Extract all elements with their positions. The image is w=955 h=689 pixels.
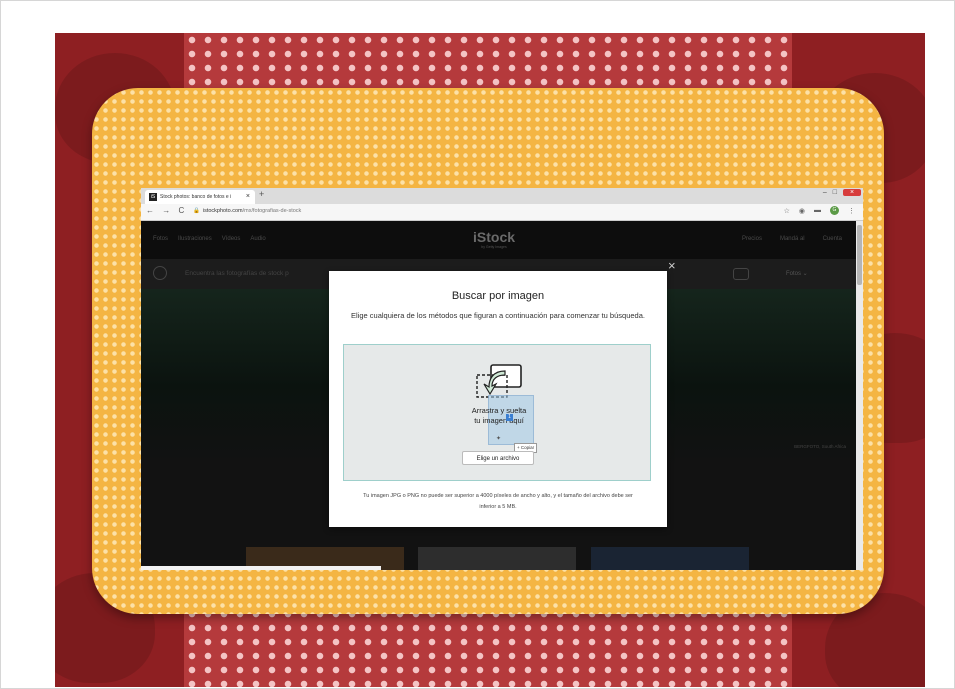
profile-avatar[interactable]: G [830, 206, 839, 215]
window-controls: – □ × [823, 189, 861, 196]
site-nav: Fotos Ilustraciones Vídeos Audio iStock b… [141, 221, 856, 259]
menu-icon[interactable]: ⋮ [848, 207, 855, 215]
bookmark-star-icon[interactable]: ☆ [784, 207, 790, 215]
tab-close-icon[interactable]: × [246, 190, 250, 204]
site-nav-right: Precios Mandá al Cuenta [742, 236, 842, 242]
address-bar-row: ← → C 🔒 istockphoto.com/mx/fotografias-de… [141, 204, 863, 221]
back-button[interactable]: ← [146, 206, 157, 215]
page-scrollbar[interactable] [856, 221, 863, 570]
new-tab-button[interactable]: + [259, 189, 264, 199]
browser-tab[interactable]: iS Stock photos: banco de fotos e i × [145, 190, 255, 204]
choose-file-button[interactable]: Elige un archivo [462, 451, 534, 465]
search-icon [153, 266, 167, 280]
url-path: /mx/fotografias-de-stock [242, 208, 302, 214]
minimize-button[interactable]: – [823, 189, 827, 196]
url-host: istockphoto.com [202, 208, 243, 214]
maximize-button[interactable]: □ [833, 189, 837, 196]
hero-credit: BERGFOTO, South Africa [794, 444, 846, 449]
camera-icon[interactable] [733, 268, 749, 280]
search-filter-select[interactable]: Fotos ⌄ [786, 270, 808, 277]
site-nav-links: Fotos Ilustraciones Vídeos Audio [153, 236, 266, 242]
extension-icon[interactable]: ▬ [814, 207, 821, 214]
favicon-icon: iS [149, 193, 157, 201]
nav-link-fotos[interactable]: Fotos [153, 236, 168, 242]
drop-zone-text: Arrastra y suelta tu imagen aquí [444, 406, 554, 426]
featured-image[interactable] [591, 547, 749, 570]
download-bar [141, 566, 381, 570]
search-by-image-modal: Buscar por imagen Elige cualquiera de lo… [329, 271, 667, 527]
featured-image[interactable] [418, 547, 576, 570]
tab-bar: iS Stock photos: banco de fotos e i × + –… [141, 188, 863, 204]
modal-title: Buscar por imagen [451, 290, 545, 302]
drop-text-line1: Arrastra y suelta [471, 406, 527, 415]
nav-link-audio[interactable]: Audio [250, 236, 265, 242]
drag-count-badge: 1 [506, 414, 513, 421]
file-requirements-note: Tu imagen JPG o PNG no puede ser superio… [363, 493, 633, 510]
lock-icon: 🔒 [193, 208, 200, 214]
drop-text-line2: tu imagen aquí [474, 416, 524, 425]
nav-link-ilustraciones[interactable]: Ilustraciones [178, 236, 212, 242]
reload-button[interactable]: C [178, 206, 187, 215]
extension-icon[interactable]: ◉ [799, 207, 805, 215]
logo-text: iStock [473, 229, 516, 245]
modal-description: Elige cualquiera de los métodos que figu… [351, 311, 645, 320]
tab-title: Stock photos: banco de fotos e i [160, 194, 232, 200]
url-field[interactable]: 🔒 istockphoto.com/mx/fotografias-de-stock [193, 206, 301, 217]
modal-close-icon[interactable]: × [668, 258, 676, 273]
site-search-input[interactable]: Encuentra las fotografías de stock p [185, 270, 289, 277]
window-close-button[interactable]: × [843, 189, 861, 196]
cursor-icon: ✦ [496, 436, 502, 442]
istock-logo[interactable]: iStock by Getty Images [473, 229, 515, 249]
logo-subtitle: by Getty Images [481, 245, 507, 249]
forward-button[interactable]: → [162, 206, 173, 215]
image-drop-zone[interactable]: Arrastra y suelta tu imagen aquí 1 ✦ + C… [343, 344, 651, 481]
nav-buttons: ← → C [146, 206, 187, 215]
nav-link-mandar[interactable]: Mandá al [780, 236, 805, 242]
nav-link-cuenta[interactable]: Cuenta [823, 236, 842, 242]
nav-link-precios[interactable]: Precios [742, 236, 762, 242]
scrollbar-thumb[interactable] [857, 225, 862, 285]
extensions-area: ☆ ◉ ▬ G ⋮ [784, 206, 855, 215]
nav-link-videos[interactable]: Vídeos [222, 236, 241, 242]
